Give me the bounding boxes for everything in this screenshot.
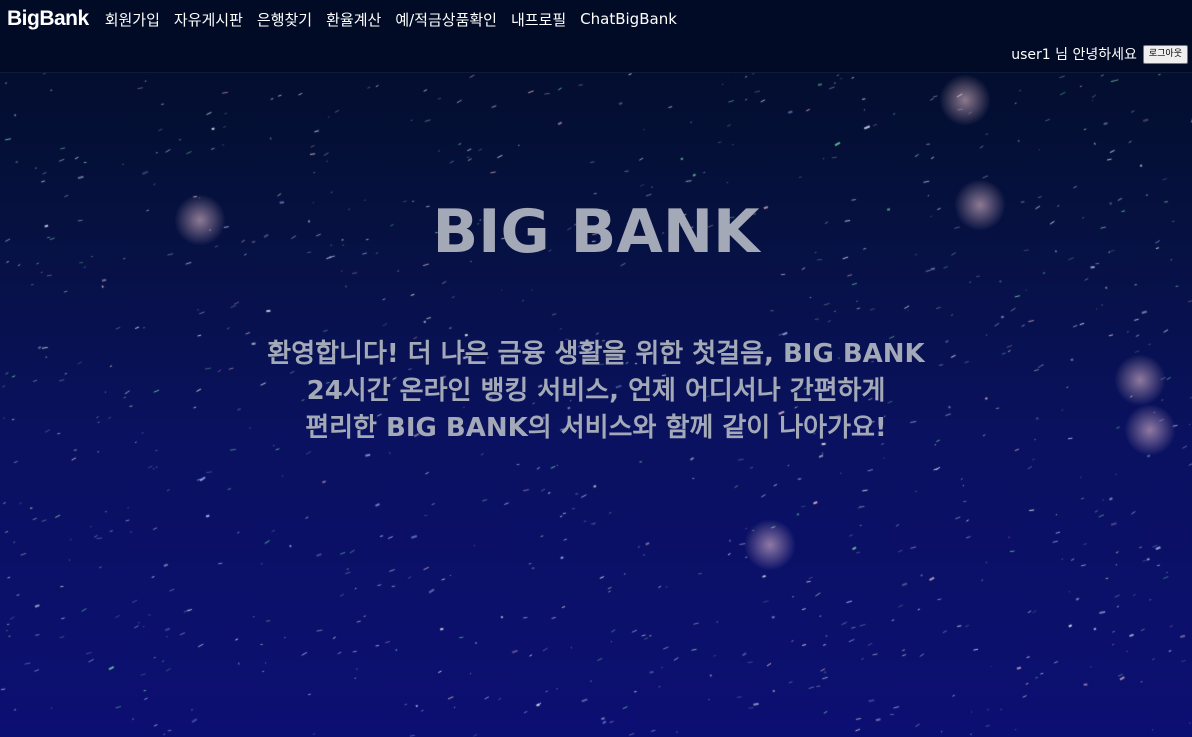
logout-button[interactable]: 로그아웃 <box>1142 44 1188 64</box>
nav-link-my-profile[interactable]: 내프로필 <box>511 9 566 30</box>
user-area: user1 님 안녕하세요 로그아웃 <box>1011 44 1188 64</box>
hero-tagline-line-1: 환영합니다! 더 나은 금융 생활을 위한 첫걸음, BIG BANK <box>267 339 925 369</box>
nav-link-savings-products[interactable]: 예/적금상품확인 <box>395 9 497 30</box>
nav-link-chat-bigbank[interactable]: ChatBigBank <box>580 10 677 28</box>
hero-tagline-line-3: 편리한 BIG BANK의 서비스와 함께 같이 나아가요! <box>305 413 887 443</box>
nav-link-signup[interactable]: 회원가입 <box>105 9 160 30</box>
main-nav: BigBank 회원가입 자유게시판 은행찾기 환율계산 예/적금상품확인 내프… <box>7 7 677 31</box>
nav-link-free-board[interactable]: 자유게시판 <box>174 9 243 30</box>
user-greeting: user1 님 안녕하세요 <box>1011 47 1137 63</box>
nav-link-find-bank[interactable]: 은행찾기 <box>257 9 312 30</box>
top-navbar: BigBank 회원가입 자유게시판 은행찾기 환율계산 예/적금상품확인 내프… <box>0 0 1192 73</box>
brand-logo-link[interactable]: BigBank <box>7 7 89 31</box>
hero-tagline: 환영합니다! 더 나은 금융 생활을 위한 첫걸음, BIG BANK 24시간… <box>0 336 1192 447</box>
hero-title: BIG BANK <box>432 197 760 267</box>
nav-link-exchange-calc[interactable]: 환율계산 <box>326 9 381 30</box>
hero-tagline-line-2: 24시간 온라인 뱅킹 서비스, 언제 어디서나 간편하게 <box>306 376 886 406</box>
